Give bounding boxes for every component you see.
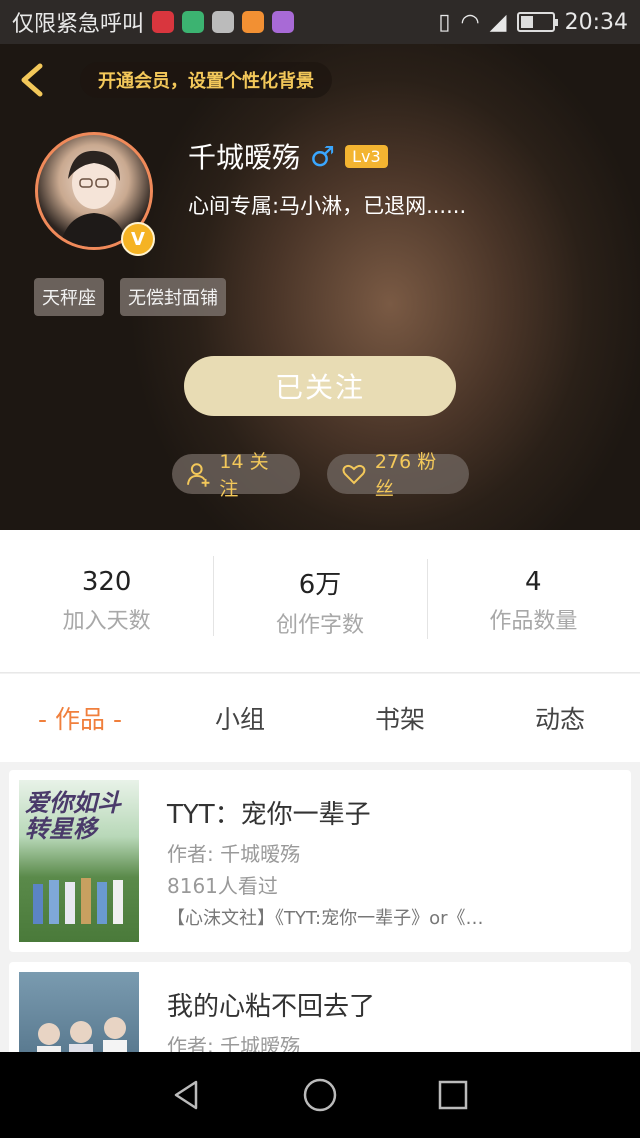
work-card[interactable]: 爱你如斗转星移 TYT：宠你一辈子 作者: 千城暧殇 8161人看过 【心沫文社… [9, 770, 631, 952]
username: 千城暧殇 [188, 141, 301, 174]
book-cover[interactable]: 爱你如斗转星移 [19, 780, 139, 942]
stat-label: 创作字数 [275, 612, 364, 638]
user-add-icon [186, 463, 210, 487]
cover-figures-icon [33, 878, 123, 924]
tag-constellation: 天秤座 [34, 278, 104, 316]
bio-text: 心间专属:马小淋，已退网...... [188, 194, 467, 218]
nav-home-button[interactable] [300, 1075, 340, 1115]
triangle-back-icon [174, 1080, 197, 1110]
profile-header: 开通会员，设置个性化背景 V 千城暧殇 ♂ Lv3 心间专属:马小淋，已退网..… [0, 44, 640, 530]
follow-button[interactable]: 已关注 [184, 356, 456, 416]
cover-figures-icon [37, 1017, 127, 1062]
avatar-wrap[interactable]: V [35, 132, 155, 256]
clock: 20:34 [564, 9, 628, 35]
nav-back-button[interactable] [167, 1075, 207, 1115]
stat-value: 6万 [298, 569, 342, 600]
tab-activity[interactable]: 动态 [480, 700, 640, 736]
wifi-icon: ◠ [460, 9, 480, 35]
signal-icon: ◢ [489, 9, 507, 35]
tag-cover-shop: 无偿封面铺 [120, 278, 226, 316]
square-recents-icon [439, 1080, 468, 1110]
work-card[interactable]: 我的心粘不回去了 作者: 千城暧殇 [9, 962, 631, 1062]
tag-list: 天秤座 无偿封面铺 [34, 278, 226, 316]
heart-icon [342, 464, 366, 485]
gallery-app-icon [272, 11, 295, 33]
book-title[interactable]: 我的心粘不回去了 [167, 986, 375, 1023]
book-views: 8161人看过 [167, 874, 278, 898]
system-nav-bar [0, 1052, 640, 1138]
vip-banner[interactable]: 开通会员，设置个性化背景 [80, 62, 332, 98]
carrier-text: 仅限紧急呼叫 [12, 12, 145, 37]
book-title[interactable]: TYT：宠你一辈子 [167, 794, 371, 831]
nav-recents-button[interactable] [433, 1075, 473, 1115]
chevron-left-icon [21, 63, 43, 97]
book-author: 作者: 千城暧殇 [167, 842, 301, 866]
wechat-app-icon [182, 11, 205, 33]
username-row: 千城暧殇 ♂ Lv3 [188, 136, 388, 176]
stats-row: 320 加入天数 6万 创作字数 4 作品数量 [0, 530, 640, 673]
font-app-icon [212, 11, 235, 33]
status-bar: 仅限紧急呼叫 ▯ ◠ ◢ 20:34 [0, 0, 640, 44]
fans-count: 276 粉丝 [374, 451, 437, 500]
tab-bookshelf[interactable]: 书架 [320, 700, 480, 736]
music-app-icon [242, 11, 265, 33]
following-button[interactable]: 14 关注 [172, 451, 300, 500]
stat-join-days: 320 加入天数 [0, 567, 213, 635]
battery-icon [516, 12, 558, 32]
book-description: 【心沫文社】《TYT:宠你一辈子》or《… [167, 908, 484, 929]
tab-groups[interactable]: 小组 [160, 700, 320, 736]
stat-label: 作品数量 [489, 609, 578, 634]
tab-works[interactable]: - 作品 - [0, 700, 160, 736]
stat-value: 320 [81, 567, 132, 597]
following-count: 14 关注 [219, 451, 269, 500]
stat-value: 4 [525, 567, 542, 597]
book-cover[interactable] [19, 972, 139, 1062]
tab-bar: - 作品 - 小组 书架 动态 [0, 674, 640, 762]
stat-word-count: 6万 创作字数 [213, 555, 426, 639]
verified-badge: V [121, 222, 155, 256]
back-button[interactable] [14, 60, 54, 100]
stat-works-count: 4 作品数量 [426, 559, 640, 639]
huawei-app-icon [152, 11, 175, 33]
level-badge: Lv3 [345, 144, 388, 168]
fans-button[interactable]: 276 粉丝 [327, 451, 469, 500]
circle-home-icon [303, 1078, 337, 1112]
male-icon: ♂ [310, 139, 336, 173]
vibrate-icon: ▯ [438, 9, 451, 35]
stat-label: 加入天数 [62, 609, 151, 634]
